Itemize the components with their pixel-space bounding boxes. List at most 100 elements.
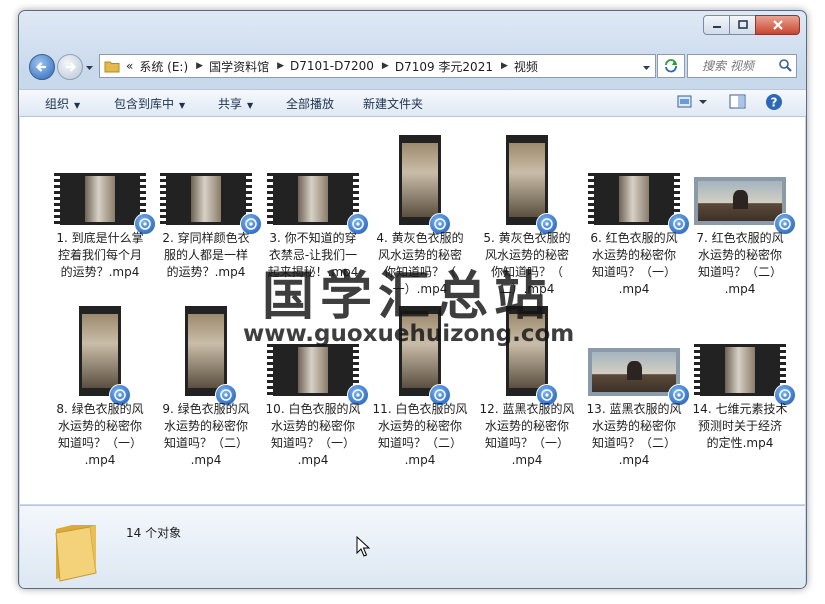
video-thumbnail[interactable] (267, 173, 359, 225)
explorer-window: « 系统 (E:) ▶ 国学资料馆 ▶ D7101-D7200 ▶ D7109 … (18, 10, 807, 589)
preview-pane-button[interactable] (729, 94, 747, 113)
breadcrumb-drive[interactable]: 系统 (E:) (139, 58, 188, 75)
preview-pane-icon (729, 94, 746, 109)
breadcrumb-separator-icon[interactable]: ▶ (196, 61, 203, 71)
file-name-line: 知道吗？（一） (57, 436, 142, 450)
file-name-label[interactable]: 8. 绿色衣服的风 水运势的秘密你 知道吗？（一） .mp4 (48, 401, 152, 469)
file-name-line: 知道吗？（一） (270, 436, 355, 450)
file-name-line: .mp4 (724, 282, 756, 296)
video-thumbnail[interactable] (506, 135, 548, 225)
file-name-line: 你知道吗？（ (383, 265, 456, 279)
video-thumbnail[interactable] (185, 306, 227, 396)
search-input[interactable] (700, 58, 784, 74)
file-name-label[interactable]: 14. 七维元素技术 预测时关于经济 的定性.mp4 (688, 401, 792, 452)
file-name-label[interactable]: 11. 白色衣服的风 水运势的秘密你 知道吗？（二） .mp4 (368, 401, 472, 469)
help-button[interactable]: ? (765, 93, 783, 114)
breadcrumb-separator-icon[interactable]: ▶ (501, 61, 508, 71)
back-button[interactable] (29, 54, 55, 80)
maximize-icon (737, 20, 748, 29)
include-library-menu[interactable]: 包含到库中 ▼ (114, 95, 185, 112)
minimize-icon (712, 26, 721, 28)
caption-buttons (703, 15, 800, 35)
address-dropdown-button[interactable] (642, 61, 651, 75)
search-box[interactable] (687, 54, 797, 78)
breadcrumb-separator-icon[interactable]: ▶ (382, 61, 389, 71)
address-bar[interactable]: « 系统 (E:) ▶ 国学资料馆 ▶ D7101-D7200 ▶ D7109 … (99, 54, 656, 78)
file-name-line: 11. 白色衣服的风 (372, 402, 468, 416)
file-name-line: 水运势的秘密你 (270, 419, 355, 433)
view-icon (677, 95, 707, 108)
search-icon[interactable] (778, 58, 792, 75)
file-name-line: 二）.mp4 (499, 282, 555, 296)
new-folder-button[interactable]: 新建文件夹 (363, 95, 423, 112)
video-thumbnail[interactable] (694, 344, 786, 396)
svg-text:?: ? (771, 96, 778, 110)
breadcrumb-folder[interactable]: D7109 李元2021 (395, 58, 493, 75)
video-thumbnail[interactable] (54, 173, 146, 225)
file-name-line: 知道吗？（一） (591, 265, 676, 279)
video-thumbnail[interactable] (694, 177, 786, 225)
video-thumbnail[interactable] (79, 306, 121, 396)
organize-menu[interactable]: 组织 ▼ (45, 95, 80, 112)
file-name-label[interactable]: 3. 你不知道的穿 衣禁忌-让我们一 起来揭秘！.mp4 (261, 230, 365, 281)
file-name-line: .mp4 (297, 453, 329, 467)
video-thumbnail[interactable] (399, 306, 441, 396)
folder-icon (50, 521, 102, 586)
breadcrumb-range[interactable]: D7101-D7200 (290, 59, 374, 73)
file-name-line: 知道吗？（二） (591, 436, 676, 450)
file-name-line: 知道吗？（二） (163, 436, 248, 450)
file-name-line: 5. 黄灰色衣服的 (483, 231, 571, 245)
organize-label: 组织 (45, 97, 70, 111)
play-all-button[interactable]: 全部播放 (286, 95, 334, 112)
video-thumbnail[interactable] (588, 173, 680, 225)
video-thumbnail[interactable] (399, 135, 441, 225)
chevron-down-icon: ▼ (74, 101, 81, 110)
file-name-label[interactable]: 1. 到底是什么掌 控着我们每个月 的运势？.mp4 (48, 230, 152, 281)
share-menu[interactable]: 共享 ▼ (218, 95, 253, 112)
file-name-label[interactable]: 4. 黄灰色衣服的 风水运势的秘密 你知道吗？（ 一）.mp4 (368, 230, 472, 298)
video-thumbnail[interactable] (506, 306, 548, 396)
address-overflow[interactable]: « (126, 59, 133, 73)
file-name-line: 知道吗？（二） (697, 265, 782, 279)
file-name-line: 风水运势的秘密 (484, 248, 569, 262)
video-thumbnail[interactable] (160, 173, 252, 225)
file-item[interactable]: 14. 七维元素技术 预测时关于经济 的定性.mp4 (688, 117, 796, 497)
file-name-line: 7. 红色衣服的风 (696, 231, 784, 245)
include-library-label: 包含到库中 (114, 97, 175, 111)
video-thumbnail[interactable] (588, 348, 680, 396)
refresh-icon (665, 59, 677, 73)
chevron-down-icon (643, 66, 650, 70)
view-options-button[interactable] (677, 94, 711, 113)
item-count: 14 个对象 (126, 526, 182, 540)
minimize-button[interactable] (703, 15, 730, 35)
close-button[interactable] (755, 15, 800, 35)
refresh-button[interactable] (657, 54, 685, 78)
file-name-line: 6. 红色衣服的风 (590, 231, 678, 245)
file-name-label[interactable]: 2. 穿同样颜色衣 服的人都是一样 的运势？.mp4 (154, 230, 258, 281)
file-name-line: .mp4 (511, 453, 543, 467)
forward-button[interactable] (57, 54, 83, 80)
file-name-label[interactable]: 10. 白色衣服的风 水运势的秘密你 知道吗？（一） .mp4 (261, 401, 365, 469)
file-name-label[interactable]: 7. 红色衣服的风 水运势的秘密你 知道吗？（二） .mp4 (688, 230, 792, 298)
file-name-line: .mp4 (84, 453, 116, 467)
chevron-down-icon: ▼ (179, 101, 186, 110)
details-pane: 14 个对象 (20, 505, 805, 588)
file-name-line: 9. 绿色衣服的风 (162, 402, 250, 416)
file-name-label[interactable]: 12. 蓝黑衣服的风 水运势的秘密你 知道吗？（一） .mp4 (475, 401, 579, 469)
recent-pages-button[interactable] (85, 61, 94, 75)
file-name-line: 的定性.mp4 (706, 436, 774, 450)
file-name-line: 控着我们每个月 (57, 248, 142, 262)
breadcrumb-separator-icon[interactable]: ▶ (277, 61, 284, 71)
video-thumbnail[interactable] (267, 344, 359, 396)
breadcrumb-library[interactable]: 国学资料馆 (209, 58, 269, 75)
file-list[interactable]: 1. 到底是什么掌 控着我们每个月 的运势？.mp4 2. 穿同样颜色衣 服的人都是一样… (20, 117, 805, 504)
file-name-line: 的运势？.mp4 (166, 265, 246, 279)
maximize-button[interactable] (729, 15, 756, 35)
file-name-label[interactable]: 9. 绿色衣服的风 水运势的秘密你 知道吗？（二） .mp4 (154, 401, 258, 469)
file-name-label[interactable]: 6. 红色衣服的风 水运势的秘密你 知道吗？（一） .mp4 (582, 230, 686, 298)
file-name-line: 知道吗？（一） (484, 436, 569, 450)
file-name-label[interactable]: 13. 蓝黑衣服的风 水运势的秘密你 知道吗？（二） .mp4 (582, 401, 686, 469)
file-name-label[interactable]: 5. 黄灰色衣服的 风水运势的秘密 你知道吗？（ 二）.mp4 (475, 230, 579, 298)
file-name-line: 衣禁忌-让我们一 (268, 248, 358, 262)
breadcrumb-current[interactable]: 视频 (514, 58, 538, 75)
